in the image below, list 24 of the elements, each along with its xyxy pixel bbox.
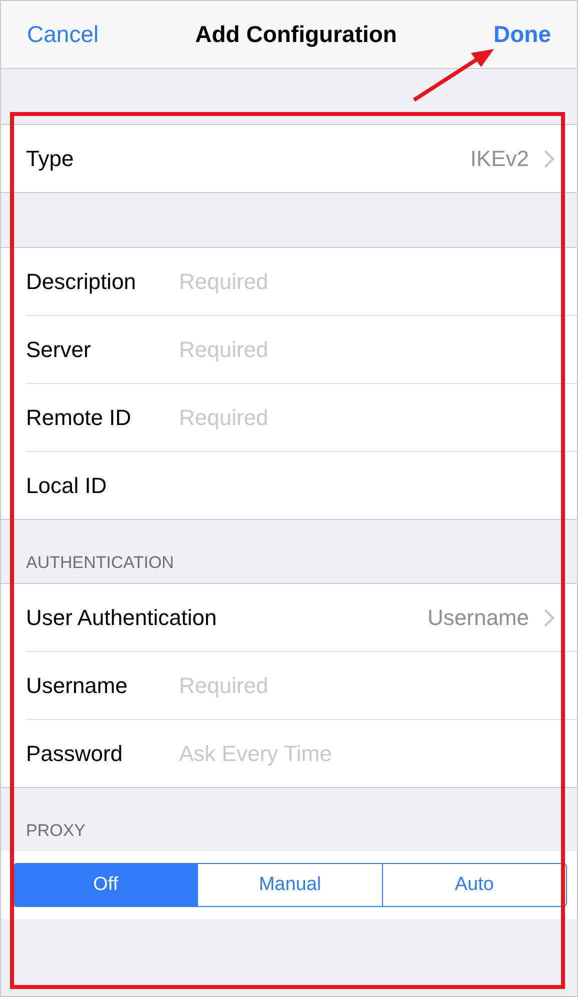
text-field[interactable]: Required: [179, 404, 555, 430]
segment-button[interactable]: Auto: [382, 864, 566, 906]
row-label: Password: [26, 740, 124, 766]
screen-title: Add Configuration: [195, 21, 397, 48]
segment-button[interactable]: Off: [14, 864, 198, 906]
text-field[interactable]: Required: [179, 336, 555, 362]
row-label: User Authentication: [26, 604, 217, 630]
chevron-icon: [543, 148, 555, 168]
row-label: Local ID: [26, 472, 108, 498]
done-button[interactable]: Done: [494, 21, 551, 48]
detail-row-link[interactable]: Username: [428, 604, 555, 630]
row-label: Username: [26, 672, 128, 698]
text-field[interactable]: Ask Every Time: [179, 740, 555, 766]
text-field[interactable]: Required: [179, 672, 555, 698]
row-label: Description: [26, 268, 138, 294]
cancel-button[interactable]: Cancel: [27, 21, 99, 48]
row-label: Server: [26, 336, 92, 362]
row-label: Type: [26, 146, 75, 172]
section-header: PROXY: [25, 820, 87, 842]
text-field[interactable]: Required: [179, 268, 555, 294]
section-header: AUTHENTICATION: [25, 552, 175, 574]
chevron-icon: [543, 608, 555, 628]
row-label: Remote ID: [26, 404, 132, 430]
detail-row-link[interactable]: IKEv2: [470, 146, 555, 172]
